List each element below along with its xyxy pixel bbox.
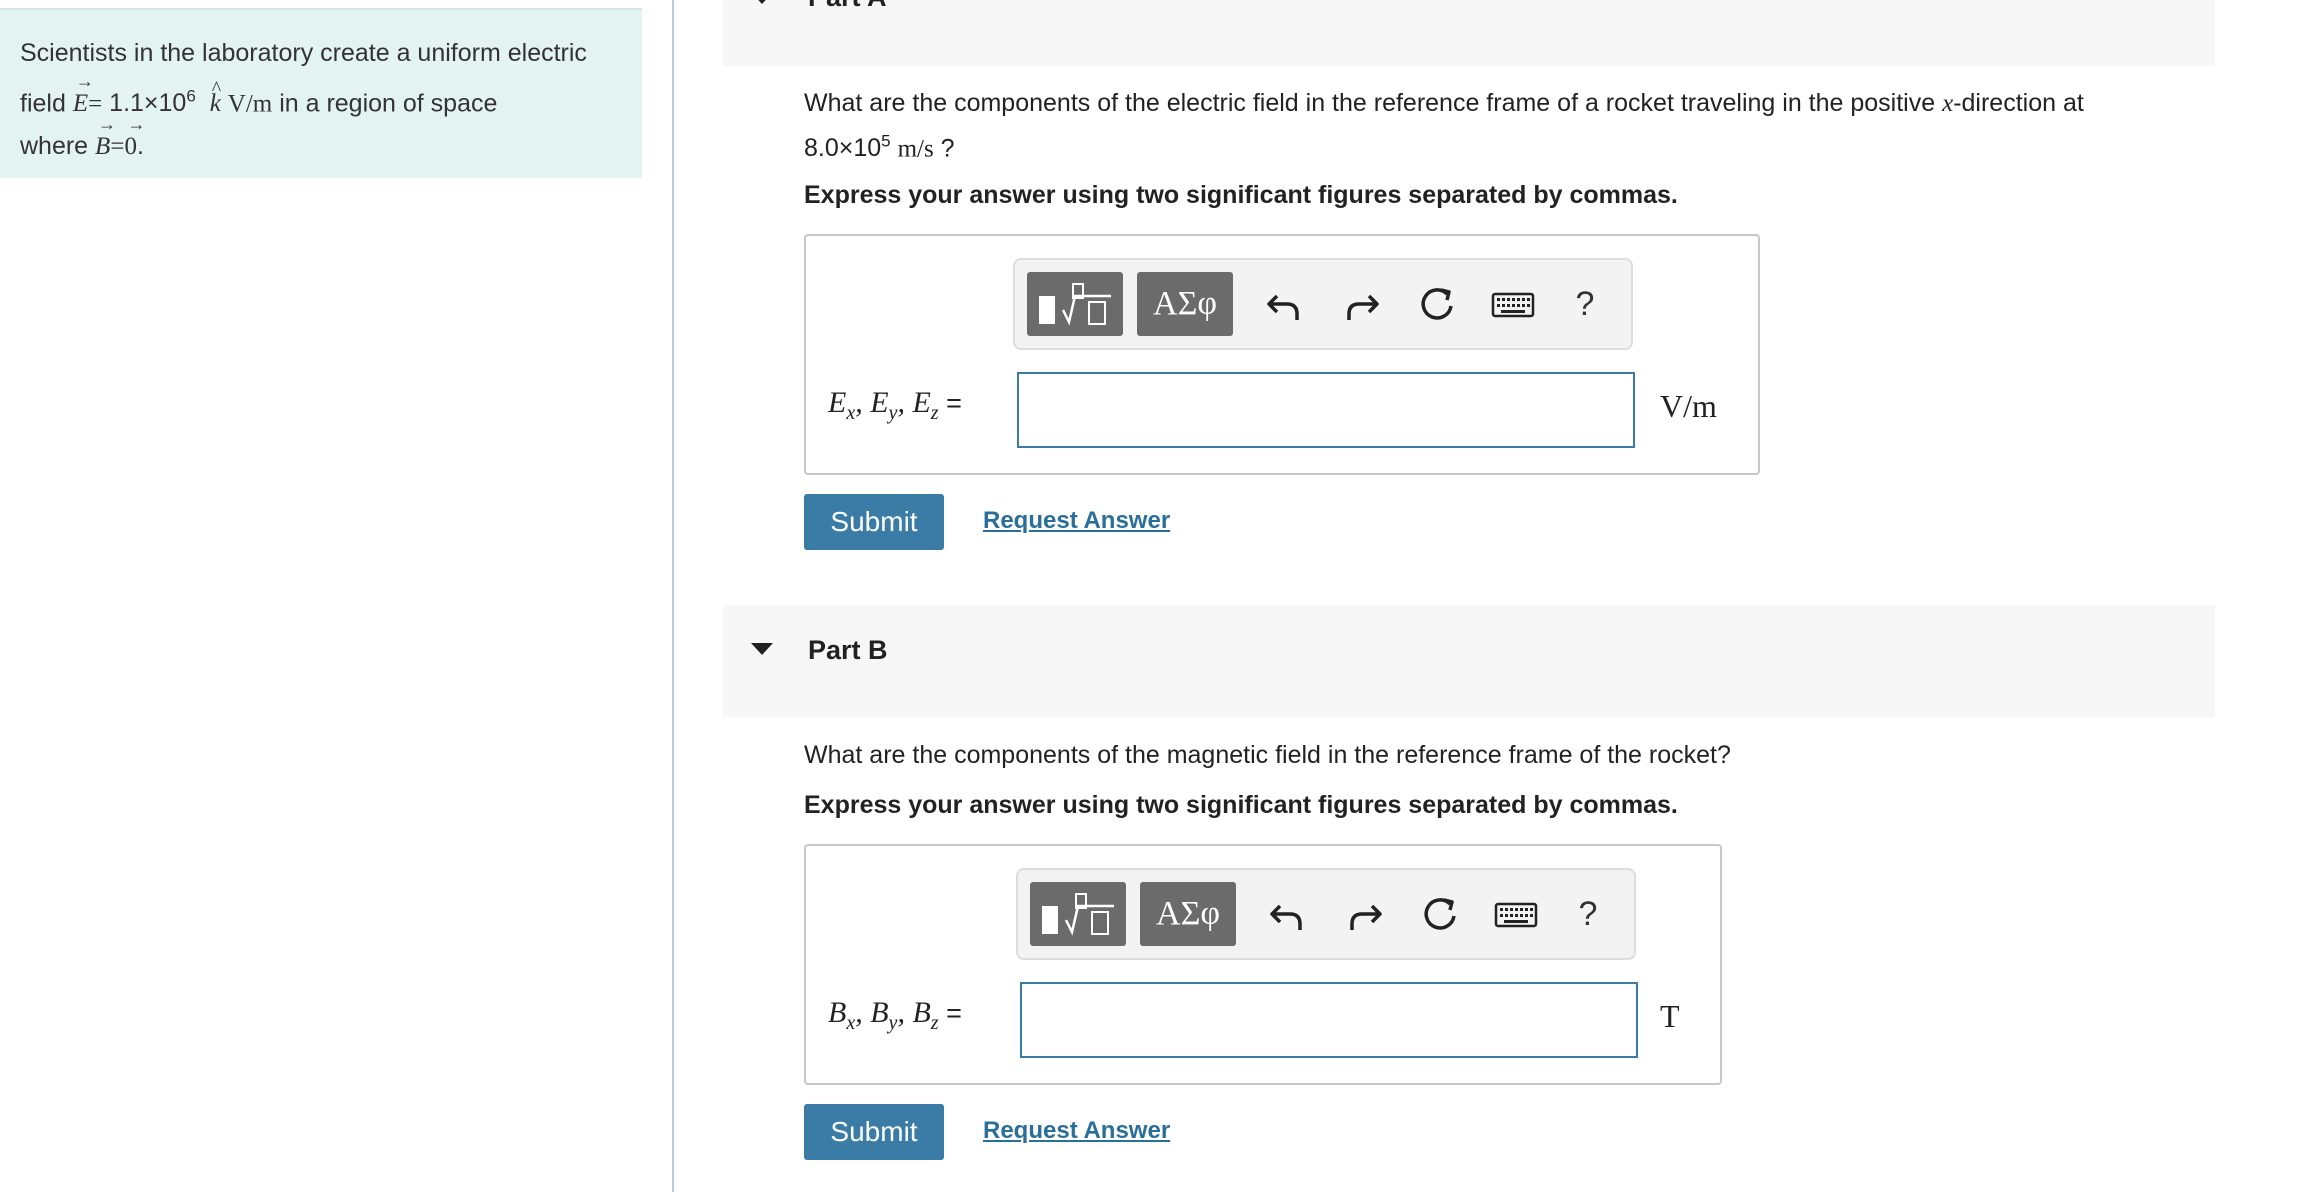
keyboard-icon[interactable] [1489, 280, 1537, 328]
problem-line-3: where B=0. [20, 103, 622, 168]
part-b-unit: T [1660, 998, 1680, 1034]
k-hat-symbol: k [210, 68, 222, 125]
region-text: in a region of space [279, 89, 498, 118]
part-a-unit: V/m [1660, 388, 1717, 424]
undo-icon[interactable] [1261, 280, 1309, 328]
velocity-value: 8.0×105 [804, 132, 891, 163]
part-b-math-toolbar: ΑΣφ ? [1016, 868, 1636, 960]
part-a-answer-label: Ex, Ey, Ez = [828, 386, 962, 424]
part-b-header[interactable]: Part B [723, 605, 2215, 717]
part-a-instruction: Express your answer using two significan… [804, 181, 1678, 209]
help-icon[interactable]: ? [1568, 890, 1608, 938]
templates-button[interactable] [1030, 882, 1126, 946]
undo-icon[interactable] [1264, 890, 1312, 938]
keyboard-icon[interactable] [1492, 890, 1540, 938]
help-icon[interactable]: ? [1565, 280, 1605, 328]
problem-statement: Scientists in the laboratory create a un… [0, 8, 642, 178]
reset-icon[interactable] [1413, 280, 1461, 328]
b-vector-symbol: B [95, 103, 116, 168]
field-word: field [20, 89, 66, 118]
part-a-collapse-icon[interactable] [751, 0, 773, 4]
part-b-question: What are the components of the magnetic … [804, 741, 1731, 769]
part-a-math-toolbar: ΑΣφ ? [1013, 258, 1633, 350]
symbols-button[interactable]: ΑΣφ [1137, 272, 1233, 336]
part-b-instruction: Express your answer using two significan… [804, 791, 1678, 819]
templates-icon [1042, 893, 1114, 936]
problem-line-1: Scientists in the laboratory create a un… [20, 39, 587, 67]
e-unit: V/m [227, 90, 273, 118]
e-magnitude: 1.1×106 [109, 87, 196, 118]
part-b-answer-input[interactable] [1020, 982, 1638, 1058]
part-b-answer-box: ΑΣφ ? Bx, By, Bz = T [804, 844, 1722, 1085]
symbols-button[interactable]: ΑΣφ [1140, 882, 1236, 946]
templates-icon [1039, 283, 1111, 326]
templates-button[interactable] [1027, 272, 1123, 336]
part-a-answer-box: ΑΣφ ? Ex, Ey, Ez = V/m [804, 234, 1760, 475]
part-b-title: Part B [808, 635, 888, 665]
part-a-answer-input[interactable] [1017, 372, 1635, 448]
part-b-answer-label: Bx, By, Bz = [828, 996, 962, 1034]
redo-icon[interactable] [1337, 280, 1385, 328]
where-word: where [20, 132, 89, 161]
problem-panel: Scientists in the laboratory create a un… [0, 0, 674, 1192]
part-a-question: What are the components of the electric … [804, 89, 2084, 163]
part-a-request-answer-link[interactable]: Request Answer [983, 507, 1170, 535]
part-b-request-answer-link[interactable]: Request Answer [983, 1117, 1170, 1145]
part-a-header[interactable]: Part A [723, 0, 2215, 66]
e-vector-symbol: E [73, 60, 94, 125]
part-b-collapse-icon[interactable] [751, 643, 773, 655]
part-a-title: Part A [808, 0, 887, 13]
reset-icon[interactable] [1416, 890, 1464, 938]
part-b-submit-button[interactable]: Submit [804, 1104, 944, 1160]
zero-vector: 0 [124, 103, 144, 168]
redo-icon[interactable] [1340, 890, 1388, 938]
part-a-submit-button[interactable]: Submit [804, 494, 944, 550]
velocity-unit: m/s [897, 135, 934, 163]
